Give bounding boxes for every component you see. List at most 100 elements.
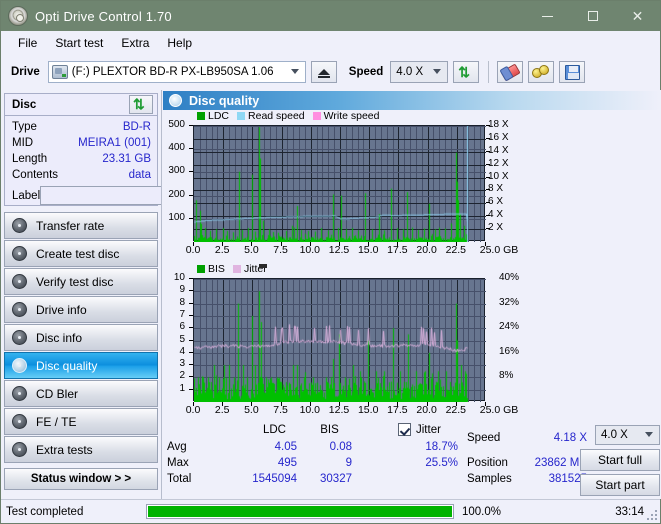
disc-icon [12,414,27,429]
left-panel: Disc ⇅ Type BD-R MID MEIRA1 (001) Length… [1,90,244,499]
test-speed-select[interactable]: 4.0 X [595,425,660,445]
y-axis-tick [189,148,193,150]
sidebar-item-create-test-disc[interactable]: Create test disc [4,240,158,267]
y2-axis-tick [486,189,490,191]
maximize-icon[interactable] [570,1,615,31]
erase-button[interactable] [497,61,524,83]
stats-row-avg-label: Avg [167,441,187,453]
y-axis-tick-label: 3 [179,358,185,370]
sidebar-item-disc-quality[interactable]: Disc quality [4,352,158,379]
x-axis-tick [222,242,224,246]
x-axis-tick [455,242,457,246]
start-part-button[interactable]: Start part [580,474,660,496]
sidebar-item-extra-tests[interactable]: Extra tests [4,436,158,463]
x-axis-tick [339,402,340,406]
content-header: Disc quality [163,91,661,110]
refresh-icon: ⇅ [458,63,471,80]
y2-axis-tick-label: 12 X [488,157,509,169]
refresh-button[interactable]: ⇅ [453,61,480,83]
menu-item-help[interactable]: Help [158,34,201,52]
ldc-chart-plot-area [193,125,486,242]
legend-marker [259,264,267,268]
y-axis-tick [189,217,193,219]
toolbar: Drive (F:) PLEXTOR BD-R PX-LB950SA 1.06 … [1,54,660,90]
eject-button[interactable] [310,61,337,83]
sidebar-item-cd-bler[interactable]: CD Bler [4,380,158,407]
resize-grip[interactable] [645,508,657,520]
coins-icon [532,65,550,79]
y-axis-tick [189,302,193,304]
y-axis-tick-label: 2 [179,370,185,382]
x-axis-tick [280,242,282,246]
stats-avg-ldc: 4.05 [274,441,297,453]
y-axis-tick-label: 7 [179,308,185,320]
sidebar-item-transfer-rate[interactable]: Transfer rate [4,212,158,239]
speed-result-label: Speed [467,432,501,444]
minimize-icon[interactable] [525,1,570,31]
x-axis-tick-label: 25.0 GB [479,244,519,256]
menu-item-extra[interactable]: Extra [112,34,158,52]
y2-axis-tick-label: 2 X [488,222,504,234]
jitter-checkbox[interactable] [398,423,411,436]
sidebar-item-verify-test-disc[interactable]: Verify test disc [4,268,158,295]
chevron-down-icon [290,69,299,74]
disc-info-box: Disc ⇅ Type BD-R MID MEIRA1 (001) Length… [4,93,244,206]
sidebar-item-label: Transfer rate [36,218,105,233]
sidebar-item-fe-te[interactable]: FE / TE [4,408,158,435]
y-axis-tick [189,364,193,366]
stats-total-ldc: 1545094 [252,473,297,485]
position-value: 23862 MB [534,457,587,469]
y-axis-tick-label: 6 [179,321,185,333]
legend-item: Write speed [312,110,380,122]
x-axis-tick [339,242,340,246]
elapsed-time: 33:14 [615,505,644,518]
ldc-chart: LDC Read speed Write speed 100 200 300 400 500 2… [162,110,661,265]
progress-bar [146,504,454,519]
y-axis-tick [189,339,193,341]
x-axis-tick [309,242,311,246]
sidebar-item-drive-info[interactable]: Drive info [4,296,158,323]
y-axis-tick-label: 500 [168,119,185,130]
save-button[interactable] [559,61,586,83]
sidebar-item-disc-info[interactable]: Disc info [4,324,158,351]
y-axis-tick-label: 5 [179,333,185,345]
toolbar-divider [488,61,490,83]
y2-axis-tick [486,228,490,230]
coins-button[interactable] [528,61,555,83]
legend-label: Write speed [323,110,380,122]
y2-axis-tick-label: 10 X [488,170,509,182]
y-axis-tick [189,278,193,279]
y-axis-tick [189,314,193,316]
drive-select[interactable]: (F:) PLEXTOR BD-R PX-LB950SA 1.06 [47,61,306,83]
menu-item-start-test[interactable]: Start test [46,34,112,52]
menu-item-file[interactable]: File [9,34,46,52]
y-axis-tick-label: 9 [179,284,185,296]
speed-result-value: 4.18 X [553,432,587,444]
close-icon[interactable]: ✕ [615,1,660,31]
y-axis-tick [189,327,193,329]
status-window-button[interactable]: Status window > > [4,468,158,490]
disc-icon [12,358,27,373]
app-disc-icon [8,6,28,26]
progress-fill [148,506,452,517]
disc-row-value: BD-R [122,121,151,133]
position-label: Position [467,457,508,469]
y-axis-tick [189,290,193,292]
disc-row-length: Length 23.31 GB [12,151,151,167]
start-full-button[interactable]: Start full [580,449,660,471]
speed-select[interactable]: 4.0 X [390,61,449,83]
disc-icon [12,442,27,457]
disc-row-value: data [128,169,151,181]
y2-axis-tick-label: 8% [499,370,514,382]
disc-row-key: Contents [12,169,59,181]
y2-axis-tick [486,150,490,152]
samples-value: 381525 [548,473,587,485]
y2-axis-tick [486,125,490,126]
eject-icon [317,69,330,78]
disc-quality-icon [169,94,182,107]
x-axis-tick [309,402,311,406]
eraser-icon [500,62,521,82]
progress-percent: 100.0% [462,505,502,518]
disc-refresh-button[interactable]: ⇅ [129,95,153,114]
speed-label: Speed [348,66,384,78]
